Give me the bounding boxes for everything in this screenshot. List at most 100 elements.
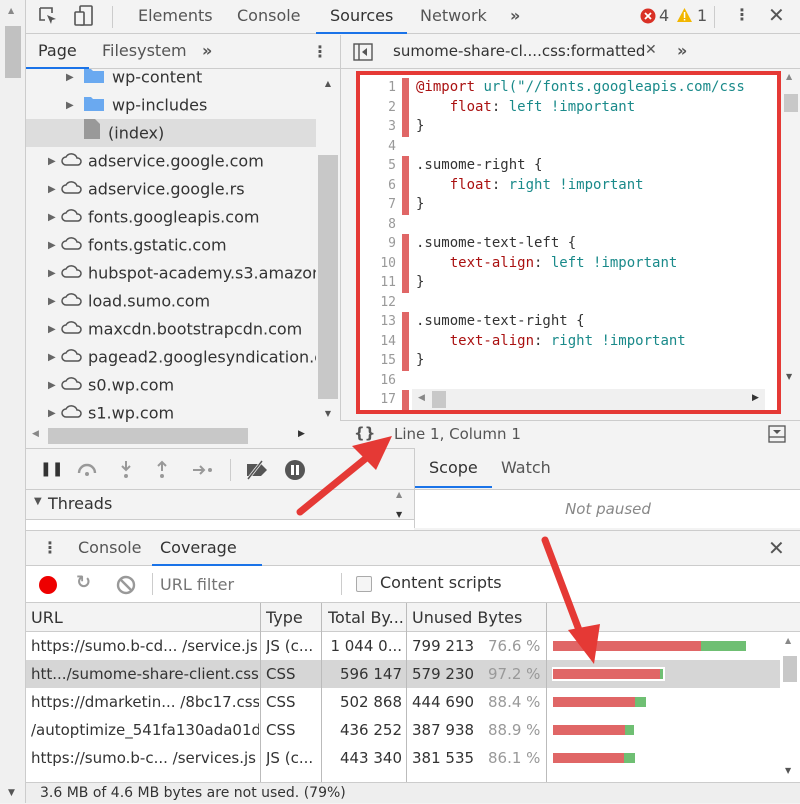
tree-item[interactable]: (index) [26,119,316,147]
pause-icon[interactable]: ❚❚ [40,461,63,477]
code-line[interactable]: } [416,117,765,137]
line-number[interactable]: 13 [364,312,396,332]
line-number[interactable]: 3 [364,117,396,137]
tab-network[interactable]: Network [420,0,487,34]
scroll-up-icon[interactable]: ▲ [8,6,14,15]
expand-arrow-icon[interactable]: ▶ [48,316,60,344]
expand-arrow-icon[interactable]: ▶ [48,232,60,260]
table-row[interactable]: https://sumo.b-cd... /service.js JS (c...… [26,632,780,660]
expand-arrow-icon[interactable]: ▶ [48,288,60,316]
table-row[interactable]: https://sumo.b-c... /services.js JS (c...… [26,744,780,772]
expand-arrow-icon[interactable]: ▶ [48,372,60,400]
code-line[interactable] [416,137,765,157]
table-row[interactable]: /autoptimize_541fa130ada01d CSS 436 252 387… [26,716,780,744]
editor-file-tab[interactable]: sumome-share-cl....css:formatted [393,35,645,69]
editor-vscrollbar[interactable]: ▲ ▼ [782,72,800,414]
expand-arrow-icon[interactable]: ▶ [66,92,78,120]
code-line[interactable]: float: left !important [416,98,765,118]
line-number[interactable]: 11 [364,273,396,293]
line-number[interactable]: 1 [364,78,396,98]
tree-item[interactable]: ▶ maxcdn.bootstrapcdn.com [26,315,316,343]
expand-arrow-icon[interactable]: ▶ [48,344,60,372]
reload-icon[interactable]: ↻ [76,572,91,593]
line-number[interactable]: 9 [364,234,396,254]
line-number[interactable]: 7 [364,195,396,215]
tree-item[interactable]: ▶ load.sumo.com [26,287,316,315]
tab-coverage[interactable]: Coverage ✕ [152,531,262,591]
column-total-bytes[interactable]: Total By... [328,603,404,631]
expand-arrow-icon[interactable]: ▶ [48,400,60,425]
navigator-menu-icon[interactable]: ⋮ [312,42,328,61]
tree-hscrollbar[interactable]: ◀ ▶ [26,424,340,448]
tree-item[interactable]: ▶ wp-content [26,69,316,91]
code-line[interactable]: } [416,195,765,215]
drawer-menu-icon[interactable]: ⋮ [42,538,58,557]
line-number[interactable]: 2 [364,98,396,118]
table-scrollbar[interactable]: ▲ ▼ [780,632,800,782]
deactivate-breakpoints-icon[interactable] [244,459,272,485]
step-icon[interactable] [192,462,214,481]
outer-scrollbar[interactable]: ▲ [0,0,26,803]
pause-on-exceptions-icon[interactable] [284,459,306,485]
code-line[interactable]: float: right !important [416,176,765,196]
line-number[interactable]: 17 [364,390,396,410]
table-row[interactable]: https://dmarketin... /8bc17.css CSS 502 86… [26,688,780,716]
line-number[interactable]: 8 [364,215,396,235]
line-number[interactable]: 4 [364,137,396,157]
more-options-icon[interactable]: ⋮ [734,5,750,24]
tree-item[interactable]: ▶ fonts.googleapis.com [26,203,316,231]
toggle-debugger-icon[interactable] [768,425,786,447]
warning-icon[interactable] [676,7,693,27]
line-number[interactable]: 5 [364,156,396,176]
step-out-icon[interactable] [156,460,168,484]
close-drawer-icon[interactable]: ✕ [768,536,785,560]
code-line[interactable]: @import url("//fonts.googleapis.com/css [416,78,765,98]
code-line[interactable] [416,215,765,235]
tab-filesystem[interactable]: Filesystem [102,35,187,69]
line-number[interactable]: 6 [364,176,396,196]
expand-arrow-icon[interactable]: ▶ [48,260,60,288]
url-filter-input[interactable] [160,570,340,598]
tab-elements[interactable]: Elements [138,0,213,34]
tree-scrollbar[interactable]: ▲ ▼ [316,69,340,424]
code-line[interactable]: .sumome-right { [416,156,765,176]
code-line[interactable]: text-align: left !important [416,254,765,274]
close-devtools-icon[interactable]: ✕ [768,3,785,27]
error-icon[interactable] [640,8,656,28]
code-line[interactable]: } [416,351,765,371]
scrollbar-thumb[interactable] [5,26,21,78]
tree-item[interactable]: ▶ adservice.google.com [26,147,316,175]
editor-more-button[interactable]: » [677,35,687,69]
line-number[interactable]: 15 [364,351,396,371]
code-line[interactable] [416,371,765,391]
record-icon[interactable] [38,575,58,599]
tab-watch[interactable]: Watch [501,448,551,488]
expand-arrow-icon[interactable]: ▶ [66,69,78,92]
line-number[interactable]: 14 [364,332,396,352]
tree-item[interactable]: ▶ adservice.google.rs [26,175,316,203]
column-unused-bytes[interactable]: Unused Bytes [412,603,522,631]
toggle-navigator-icon[interactable] [353,43,373,65]
tree-item[interactable]: ▶ pagead2.googlesyndication.cc [26,343,316,371]
expand-threads-icon[interactable]: ▼ [34,496,42,507]
tree-item[interactable]: ▶ wp-includes [26,91,316,119]
line-number[interactable]: 16 [364,371,396,391]
code-editor[interactable]: ◀ ▶ 1 @import url("//fonts.googleapis.com… [356,71,781,414]
code-line[interactable]: .sumome-text-right { [416,312,765,332]
tab-console[interactable]: Console [237,0,301,34]
table-row[interactable]: htt.../sumome-share-client.css CSS 596 147… [26,660,780,688]
pretty-print-button[interactable]: {} [354,424,375,442]
column-url[interactable]: URL [31,603,63,631]
tree-item[interactable]: ▶ s1.wp.com [26,399,316,424]
line-number[interactable]: 10 [364,254,396,274]
close-file-tab-icon[interactable]: ✕ [645,42,657,58]
code-line[interactable]: text-align: right !important [416,332,765,352]
device-toolbar-icon[interactable] [74,5,94,31]
tree-item[interactable]: ▶ s0.wp.com [26,371,316,399]
step-over-icon[interactable] [76,461,98,481]
code-line[interactable] [416,293,765,313]
line-number[interactable]: 12 [364,293,396,313]
step-into-icon[interactable] [120,460,132,484]
column-type[interactable]: Type [266,603,303,631]
code-line[interactable]: } [416,273,765,293]
